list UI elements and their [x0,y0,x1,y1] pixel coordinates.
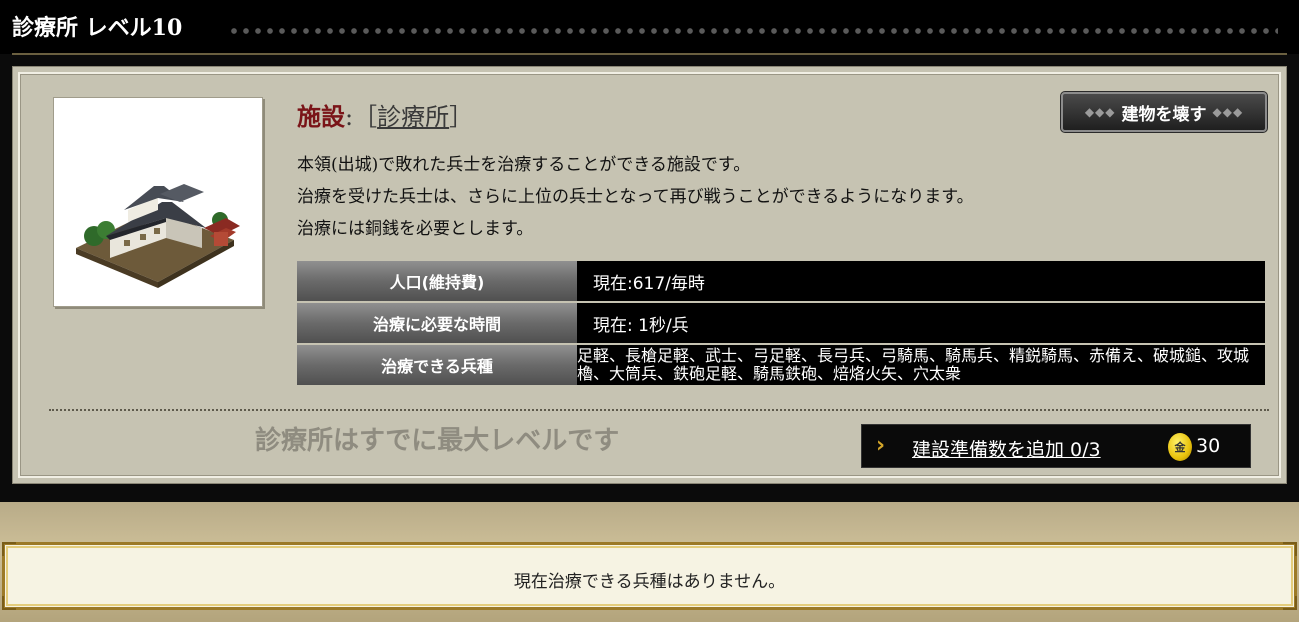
frame-corner [2,542,16,556]
stat-value: 現在: 1秒/兵 [577,303,1265,345]
demolish-button-label: 建物を壊す [1121,104,1207,125]
frame-corner [1283,542,1297,556]
frame-corner [1283,596,1297,610]
description-line: 本領(出城)で敗れた兵士を治療することができる施設です。 [297,155,751,175]
add-build-prep-link[interactable]: 建設準備数を追加 0/3 [912,435,1101,462]
stat-row-healable-units: 治療できる兵種 足軽、長槍足軽、武士、弓足軽、長弓兵、弓騎馬、騎馬兵、精鋭騎馬、… [297,345,1265,387]
facility-kind-label: 施設 [297,102,345,131]
bottom-parchment-area: 現在治療できる兵種はありません。 [0,502,1299,622]
notice-box: 現在治療できる兵種はありません。 [2,542,1297,610]
stat-value: 足軽、長槍足軽、武士、弓足軽、長弓兵、弓騎馬、騎馬兵、精鋭騎馬、赤備え、破城鎚、… [577,345,1265,387]
page-title: 診療所 レベル10 [12,15,183,41]
stat-row-heal-time: 治療に必要な時間 現在: 1秒/兵 [297,303,1265,345]
dotted-divider [49,409,1269,411]
description-line: 治療には銅銭を必要とします。 [297,219,534,239]
facility-name-link[interactable]: 診療所 [377,103,449,131]
facility-heading-bracket: :［ [345,103,378,131]
gold-coin-icon: 金 [1168,433,1192,461]
title-divider [12,53,1287,55]
max-level-message: 診療所はすでに最大レベルです [255,426,620,456]
facility-heading: 施設:［診療所］ [297,97,473,132]
title-dot-ornament [228,24,1278,38]
stat-row-population: 人口(維持費) 現在:617/毎時 [297,261,1265,303]
facility-stats-table: 人口(維持費) 現在:617/毎時 治療に必要な時間 現在: 1秒/兵 治療でき… [297,261,1265,387]
button-ornament-right: ◆◆◆ [1212,105,1244,119]
coin-cost: 30 [1196,435,1221,457]
facility-description: 本領(出城)で敗れた兵士を治療することができる施設です。 治療を受けた兵士は、さ… [297,149,1257,245]
facility-heading-bracket-close: ］ [449,103,474,131]
clinic-building-icon [76,184,240,288]
stat-label: 治療できる兵種 [297,345,577,387]
chevron-right-icon: › [876,433,886,458]
frame-corner [2,596,16,610]
add-build-prep-box: › 建設準備数を追加 0/3 金 30 [861,424,1251,468]
facility-info-card: 施設:［診療所］ ◆◆◆ 建物を壊す ◆◆◆ 本領(出城)で敗れた兵士を治療する… [12,66,1287,484]
title-bar: 診療所 レベル10 [0,0,1299,54]
top-panel: 診療所 レベル10 施設:［診療所］ ◆◆◆ 建物を壊す ◆◆◆ 本領(出城)で… [0,0,1299,502]
description-line: 治療を受けた兵士は、さらに上位の兵士となって再び戦うことができるようになります。 [297,187,974,207]
demolish-building-button[interactable]: ◆◆◆ 建物を壊す ◆◆◆ [1060,91,1268,133]
stat-label: 治療に必要な時間 [297,303,577,345]
button-ornament-left: ◆◆◆ [1084,105,1116,119]
stat-value: 現在:617/毎時 [577,261,1265,303]
no-healable-units-notice: 現在治療できる兵種はありません。 [513,572,786,592]
clinic-building-image [53,97,263,307]
stat-label: 人口(維持費) [297,261,577,303]
